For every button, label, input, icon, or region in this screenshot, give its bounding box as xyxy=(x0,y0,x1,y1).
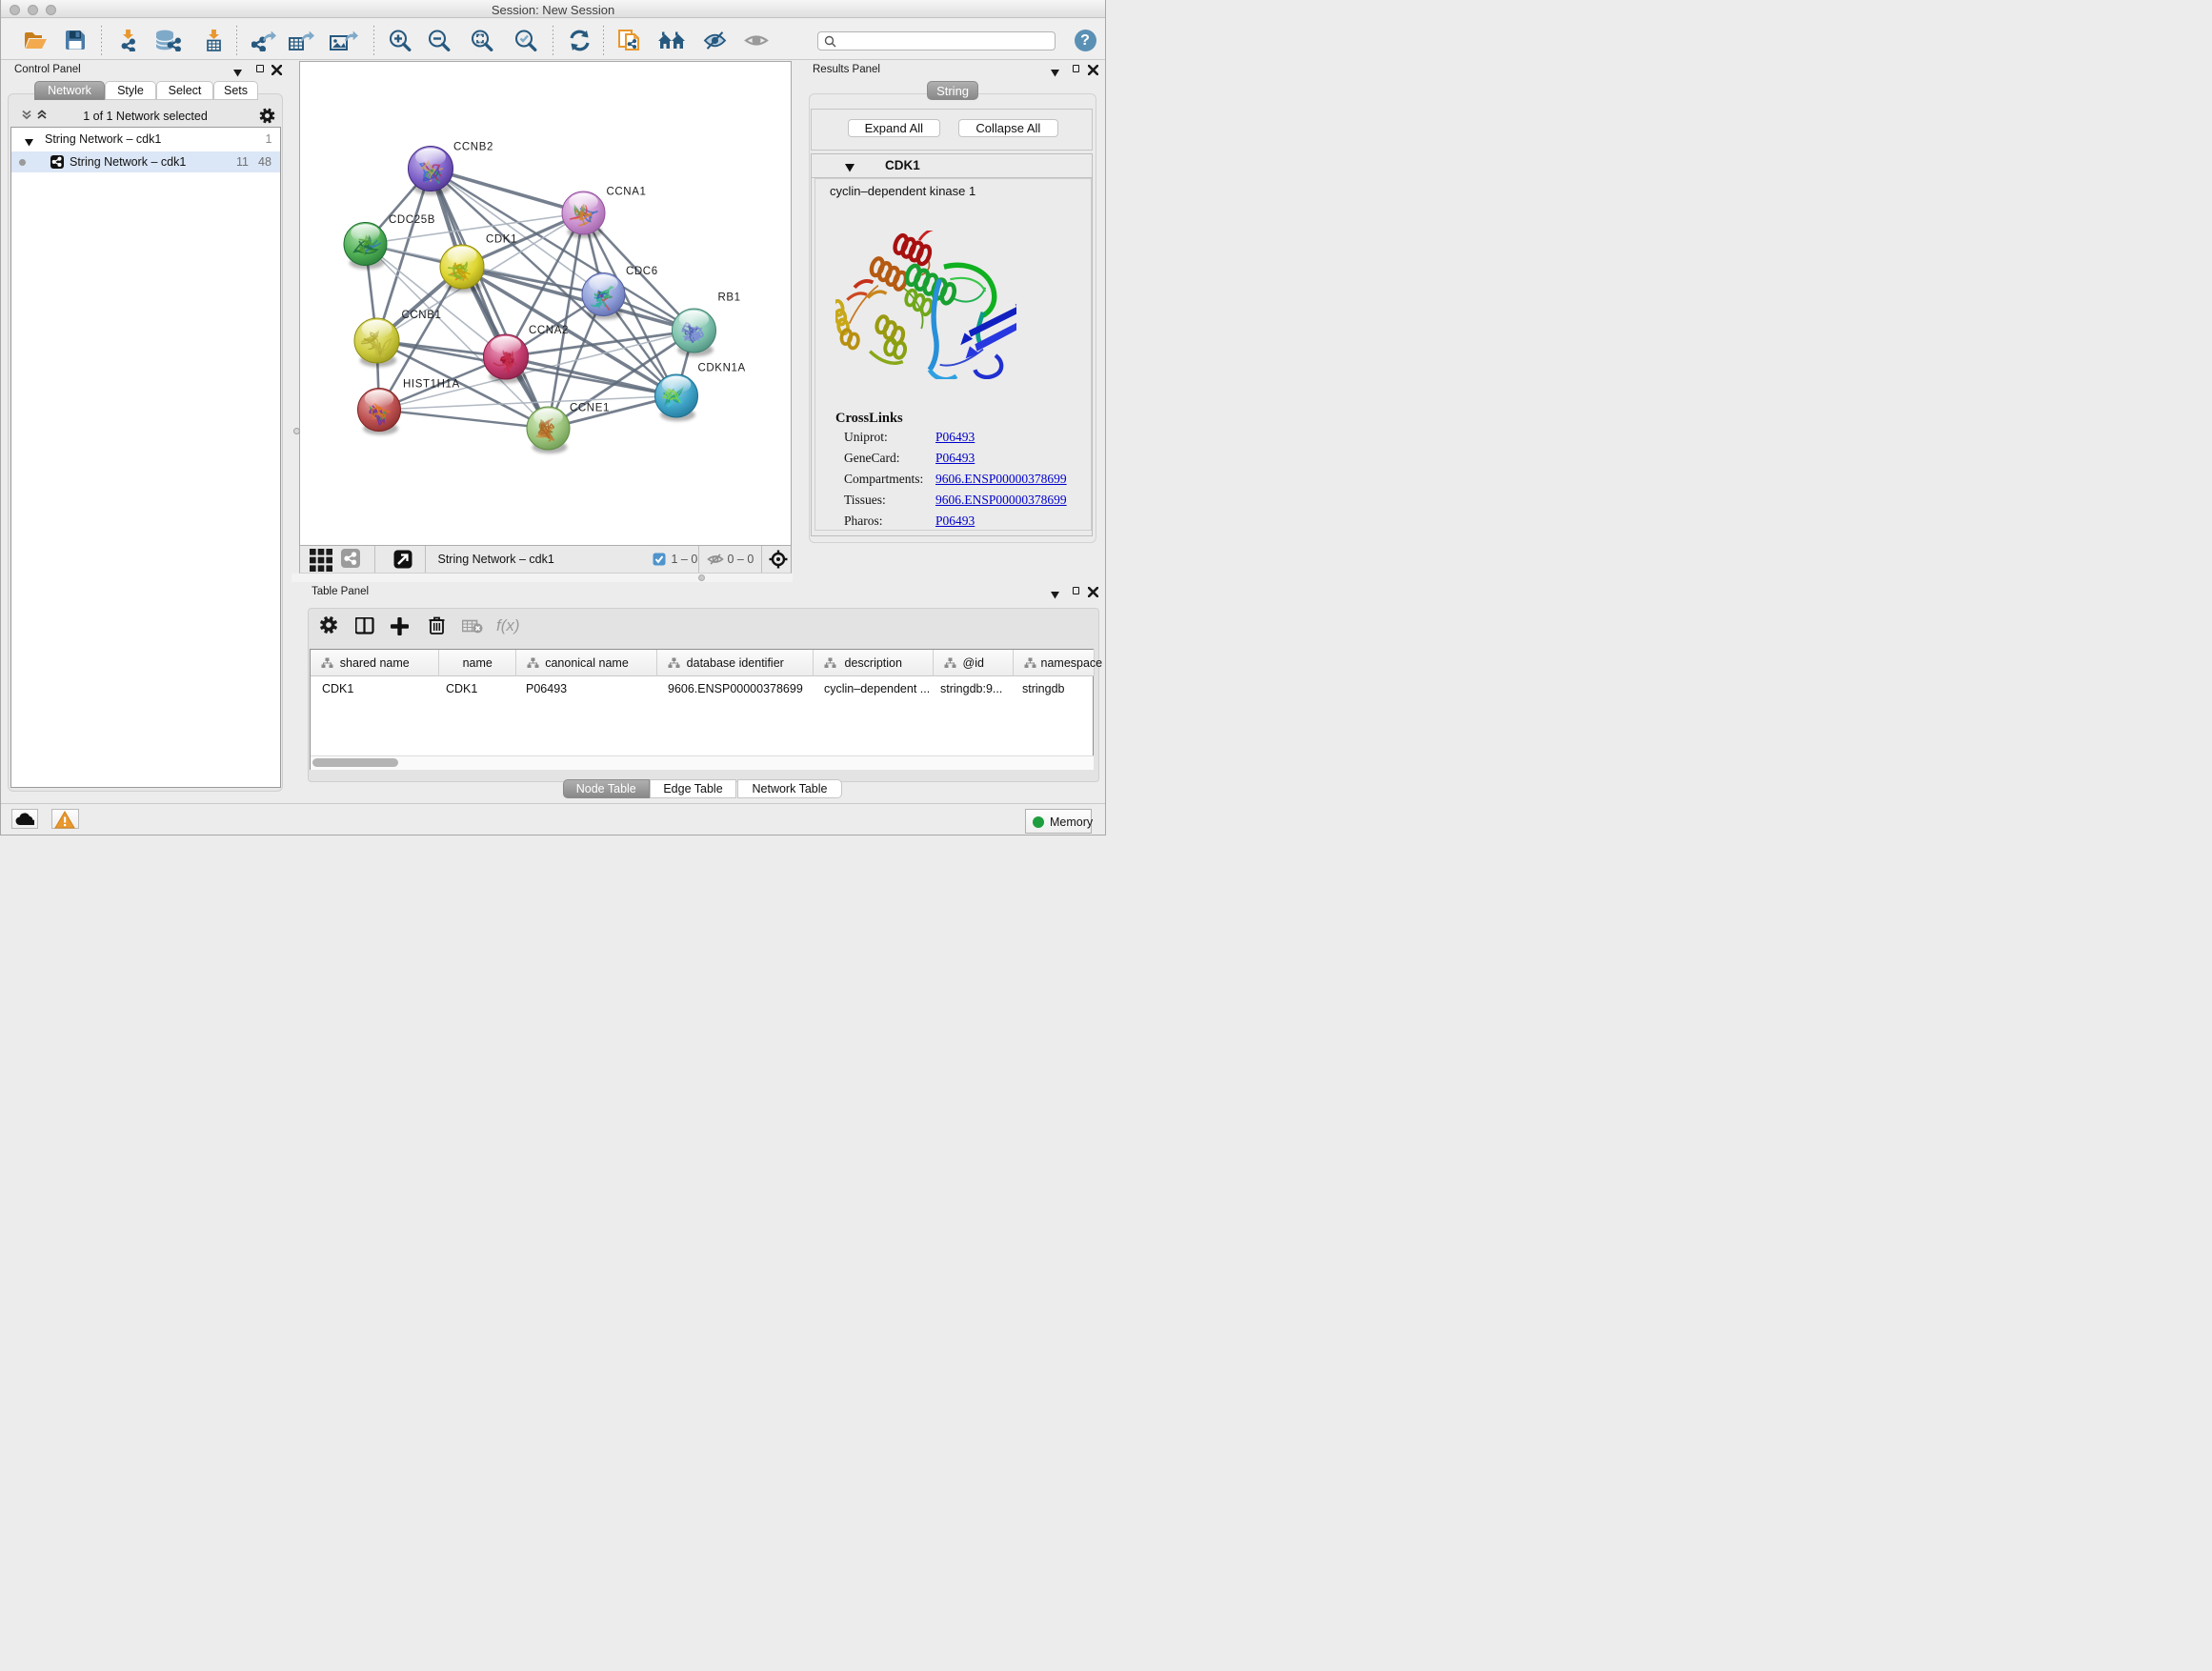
svg-text:RB1: RB1 xyxy=(717,292,740,303)
svg-text:CDC25B: CDC25B xyxy=(389,214,435,226)
svg-text:CDKN1A: CDKN1A xyxy=(697,362,745,373)
svg-text:CCNE1: CCNE1 xyxy=(570,402,610,413)
svg-text:CDC6: CDC6 xyxy=(626,266,658,277)
svg-text:HIST1H1A: HIST1H1A xyxy=(403,378,460,390)
svg-text:CCNB1: CCNB1 xyxy=(401,310,441,321)
svg-text:f(x): f(x) xyxy=(496,616,520,634)
svg-text:CCNA1: CCNA1 xyxy=(606,186,646,197)
svg-text:CCNA2: CCNA2 xyxy=(529,325,569,336)
svg-text:CCNB2: CCNB2 xyxy=(453,141,493,152)
svg-text:CDK1: CDK1 xyxy=(486,233,517,245)
